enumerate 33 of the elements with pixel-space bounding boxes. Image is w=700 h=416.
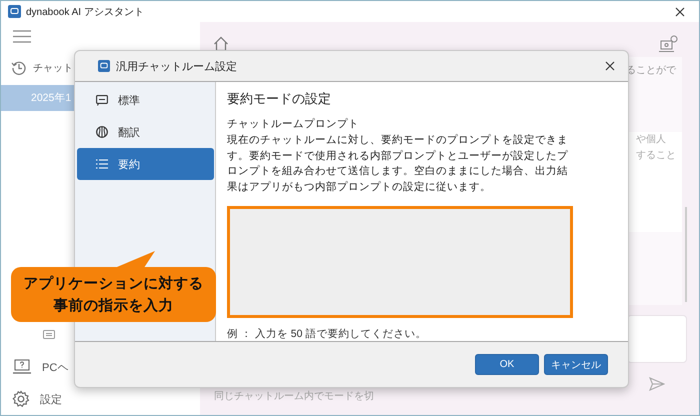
globe-icon	[96, 126, 108, 138]
close-icon[interactable]	[605, 61, 615, 71]
app-logo-icon	[8, 5, 21, 18]
mode-hint: 同じチャットルーム内でモードを切	[214, 390, 374, 403]
field-label: チャットルームプロンプト	[227, 117, 360, 131]
message-card: や個人 すること	[626, 132, 682, 232]
mode-tab[interactable]: 翻訳	[77, 116, 214, 148]
description-text: 現在のチャットルームに対し、要約モードのプロンプトを設定できます。要約モードで使用される内部プロンプトとユーザーが設定したプロンプトを組み合わせて送信します。空白のままにした場合、出力結果はアプリがもつ内部プロンプトの設定に従います。	[227, 133, 569, 194]
dialog-title: 汎用チャットルーム設定	[116, 60, 237, 74]
laptop-gear-icon[interactable]	[659, 34, 679, 54]
message-input[interactable]	[627, 315, 687, 363]
sidebar-label[interactable]: PCヘ	[42, 360, 68, 374]
chat-bubble-icon	[96, 94, 108, 106]
chat-bubble-icon[interactable]	[43, 330, 55, 341]
window-title: dynabook AI アシスタント	[26, 6, 144, 18]
app-logo-icon	[98, 60, 110, 72]
settings-icon[interactable]	[12, 390, 30, 408]
mode-tab[interactable]: 要約	[77, 148, 214, 180]
dialog-button[interactable]: OK	[475, 354, 539, 375]
menu-icon[interactable]	[13, 30, 31, 43]
scrollbar[interactable]	[685, 207, 687, 302]
send-icon[interactable]	[649, 377, 665, 391]
sidebar-label[interactable]: 設定	[40, 392, 62, 406]
section-heading: 要約モードの設定	[227, 90, 332, 108]
mode-tab[interactable]: 標準	[77, 84, 214, 116]
history-icon	[11, 60, 27, 76]
prompt-input[interactable]	[227, 206, 573, 318]
list-icon	[96, 159, 108, 169]
laptop-question-icon[interactable]	[12, 359, 32, 375]
history-label: チャット	[33, 62, 73, 75]
example-text: 例 ： 入力を 50 語で要約してください。	[227, 327, 428, 341]
close-icon[interactable]	[675, 6, 685, 16]
dialog-button[interactable]: キャンセル	[544, 354, 608, 375]
